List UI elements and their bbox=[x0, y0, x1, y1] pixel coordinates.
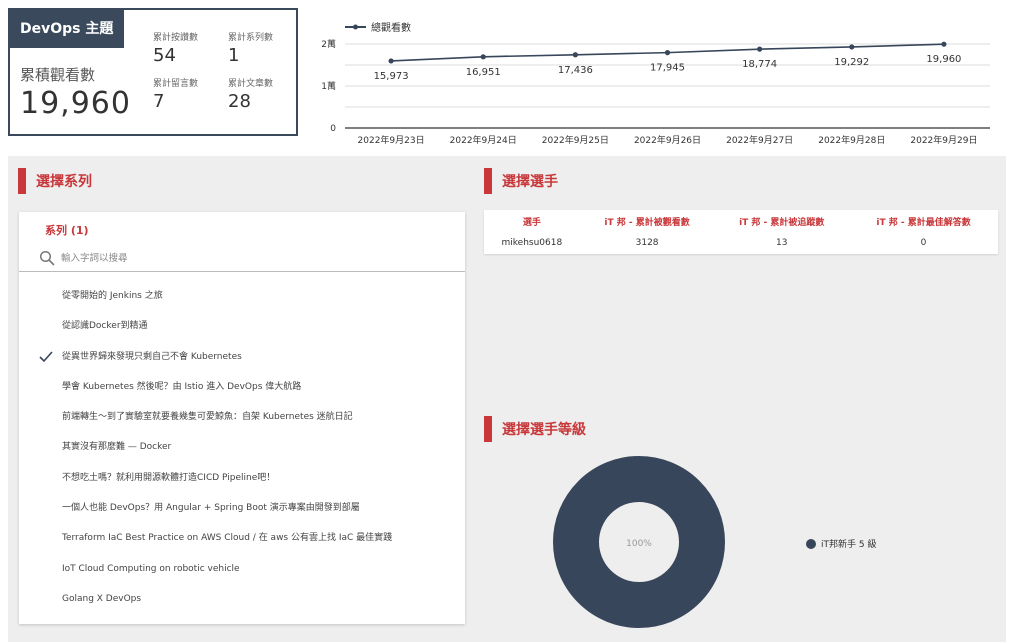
series-item-label: 一個人也能 DevOps？用 Angular + Spring Boot 演示專… bbox=[62, 503, 360, 514]
x-tick-label: 2022年9月27日 bbox=[726, 134, 793, 146]
series-item-label: 前端轉生～到了實驗室就要養幾隻可愛鯨魚：自架 Kubernetes 迷航日記 bbox=[62, 412, 353, 423]
total-views-label: 累積觀看數 bbox=[20, 66, 96, 84]
series-list-item[interactable]: 不想吃土嗎？就利用開源軟體打造CICD Pipeline吧！ bbox=[19, 463, 465, 493]
table-header-row: 選手 iT 邦 - 累計被觀看數 iT 邦 - 累計被追蹤數 iT 邦 - 累計… bbox=[484, 210, 998, 232]
column-header[interactable]: iT 邦 - 累計被觀看數 bbox=[580, 210, 715, 232]
x-tick-label: 2022年9月29日 bbox=[910, 134, 977, 146]
likes-value: 54 bbox=[153, 45, 176, 66]
series-list-item[interactable]: 從異世界歸來發現只剩自己不會 Kubernetes bbox=[19, 342, 465, 372]
series-filter-card: 系列 (1) 從零開始的Kubernetes轉換從零開始的 Jenkins 之旅… bbox=[19, 212, 465, 624]
comments-value: 7 bbox=[153, 91, 165, 112]
data-label: 19,960 bbox=[926, 54, 961, 65]
x-tick-label: 2022年9月28日 bbox=[818, 134, 885, 146]
series-section-label: 選擇系列 bbox=[36, 174, 92, 190]
series-count-label: 累計系列數 bbox=[228, 33, 274, 43]
series-section-title: 選擇系列 bbox=[18, 168, 92, 194]
articles-stat: 累計文章數 28 bbox=[228, 76, 273, 112]
series-item-label: 學會 Kubernetes 然後呢？由 Istio 進入 DevOps 偉大航路 bbox=[62, 381, 302, 392]
series-count-value: 1 bbox=[228, 45, 240, 66]
section-accent-bar bbox=[484, 416, 492, 442]
views-line-chart: 總觀看數 0 1萬 2萬 2022年9月23日 2022年9月24日 2022年9月25日 2… bbox=[321, 21, 990, 146]
series-item-label: 從零開始的Kubernetes轉換 bbox=[62, 272, 176, 273]
likes-stat: 累計按讚數 54 bbox=[153, 30, 198, 66]
player-table: 選手 iT 邦 - 累計被觀看數 iT 邦 - 累計被追蹤數 iT 邦 - 累計… bbox=[484, 210, 998, 254]
player-name-cell: mikehsu0618 bbox=[501, 238, 563, 248]
series-item-label: Terraform IaC Best Practice on AWS Cloud… bbox=[62, 533, 393, 544]
series-item-label: 從異世界歸來發現只剩自己不會 Kubernetes bbox=[62, 351, 242, 362]
likes-label: 累計按讚數 bbox=[153, 33, 199, 43]
y-tick-label: 2萬 bbox=[321, 38, 336, 50]
series-item-label: 其實沒有那麼難 — Docker bbox=[62, 442, 172, 453]
data-label: 15,973 bbox=[374, 71, 409, 82]
series-list-item[interactable]: 從零開始的 Jenkins 之旅 bbox=[19, 281, 465, 311]
y-tick-label: 1萬 bbox=[321, 80, 336, 92]
data-point[interactable] bbox=[572, 52, 578, 58]
series-list-item[interactable]: 前端轉生～到了實驗室就要養幾隻可愛鯨魚：自架 Kubernetes 迷航日記 bbox=[19, 402, 465, 432]
articles-value: 28 bbox=[228, 91, 251, 112]
data-label: 19,292 bbox=[834, 57, 869, 68]
series-item-label: Golang X DevOps bbox=[62, 593, 142, 604]
data-label: 17,436 bbox=[558, 65, 593, 76]
views-cell: 3128 bbox=[635, 238, 659, 248]
donut-center-label: 100% bbox=[626, 539, 652, 549]
section-accent-bar bbox=[484, 168, 492, 194]
x-tick-label: 2022年9月23日 bbox=[358, 134, 425, 146]
series-item-label: IoT Cloud Computing on robotic vehicle bbox=[62, 563, 240, 574]
series-list-item[interactable]: Golang X DevOps bbox=[19, 584, 465, 614]
comments-label: 累計留言數 bbox=[153, 79, 199, 89]
legend-label: iT邦新手 5 級 bbox=[821, 540, 877, 550]
checkmark-icon bbox=[39, 351, 53, 362]
player-section-label: 選擇選手 bbox=[502, 174, 558, 190]
data-point[interactable] bbox=[941, 41, 947, 47]
series-item-label: 從零開始的 Jenkins 之旅 bbox=[62, 291, 163, 301]
search-icon bbox=[39, 250, 55, 266]
player-section-title: 選擇選手 bbox=[484, 168, 558, 194]
level-section-title: 選擇選手等級 bbox=[484, 416, 586, 442]
data-point[interactable] bbox=[849, 44, 855, 50]
series-list-item[interactable]: 學會 Kubernetes 然後呢？由 Istio 進入 DevOps 偉大航路 bbox=[19, 372, 465, 402]
followers-cell: 13 bbox=[776, 238, 788, 248]
column-header[interactable]: iT 邦 - 累計最佳解答數 bbox=[849, 210, 998, 232]
articles-label: 累計文章數 bbox=[228, 79, 274, 89]
search-row bbox=[19, 244, 465, 272]
legend-label[interactable]: 總觀看數 bbox=[371, 21, 411, 34]
series-header: 系列 (1) bbox=[45, 224, 89, 237]
section-accent-bar bbox=[18, 168, 26, 194]
data-point[interactable] bbox=[388, 58, 394, 64]
series-list-item[interactable]: IoT Cloud Computing on robotic vehicle bbox=[19, 554, 465, 584]
data-point[interactable] bbox=[757, 46, 763, 52]
data-point[interactable] bbox=[480, 54, 486, 60]
column-header[interactable]: iT 邦 - 累計被追蹤數 bbox=[714, 210, 849, 232]
data-label: 16,951 bbox=[466, 67, 501, 78]
topic-badge: DevOps 主題 bbox=[10, 10, 124, 48]
level-donut-chart: 100% bbox=[553, 456, 725, 628]
legend-swatch bbox=[806, 538, 816, 549]
series-list-item[interactable]: 從零開始的Kubernetes轉換 bbox=[19, 272, 465, 281]
series-list[interactable]: 從零開始的Kubernetes轉換從零開始的 Jenkins 之旅從認識Dock… bbox=[19, 272, 465, 614]
series-item-label: 不想吃土嗎？就利用開源軟體打造CICD Pipeline吧！ bbox=[62, 472, 276, 483]
series-list-item[interactable]: Terraform IaC Best Practice on AWS Cloud… bbox=[19, 523, 465, 553]
data-point[interactable] bbox=[664, 50, 671, 56]
x-tick-label: 2022年9月24日 bbox=[450, 134, 517, 146]
comments-stat: 累計留言數 7 bbox=[153, 76, 198, 112]
donut-legend[interactable]: iT邦新手 5 級 bbox=[806, 537, 876, 550]
y-tick-label: 0 bbox=[330, 124, 336, 134]
search-input[interactable] bbox=[61, 248, 441, 268]
series-count-stat: 累計系列數 1 bbox=[228, 30, 273, 66]
kpi-card: DevOps 主題 累積觀看數 19,960 累計按讚數 54 累計系列數 1 … bbox=[8, 8, 298, 136]
x-tick-label: 2022年9月26日 bbox=[634, 134, 701, 146]
series-item-label: 從認識Docker到精通 bbox=[62, 321, 148, 332]
best-answers-cell: 0 bbox=[920, 238, 927, 248]
data-label: 18,774 bbox=[742, 59, 777, 70]
table-row[interactable]: mikehsu0618 3128 13 0 bbox=[484, 232, 998, 254]
column-header[interactable]: 選手 bbox=[484, 210, 580, 232]
series-list-item[interactable]: 其實沒有那麼難 — Docker bbox=[19, 432, 465, 462]
series-list-item[interactable]: 從認識Docker到精通 bbox=[19, 311, 465, 341]
legend-marker bbox=[353, 24, 358, 30]
x-tick-label: 2022年9月25日 bbox=[542, 134, 609, 146]
total-views-value: 19,960 bbox=[20, 86, 131, 121]
data-label: 17,945 bbox=[650, 63, 685, 74]
series-list-item[interactable]: 一個人也能 DevOps？用 Angular + Spring Boot 演示專… bbox=[19, 493, 465, 523]
level-section-label: 選擇選手等級 bbox=[502, 422, 586, 438]
